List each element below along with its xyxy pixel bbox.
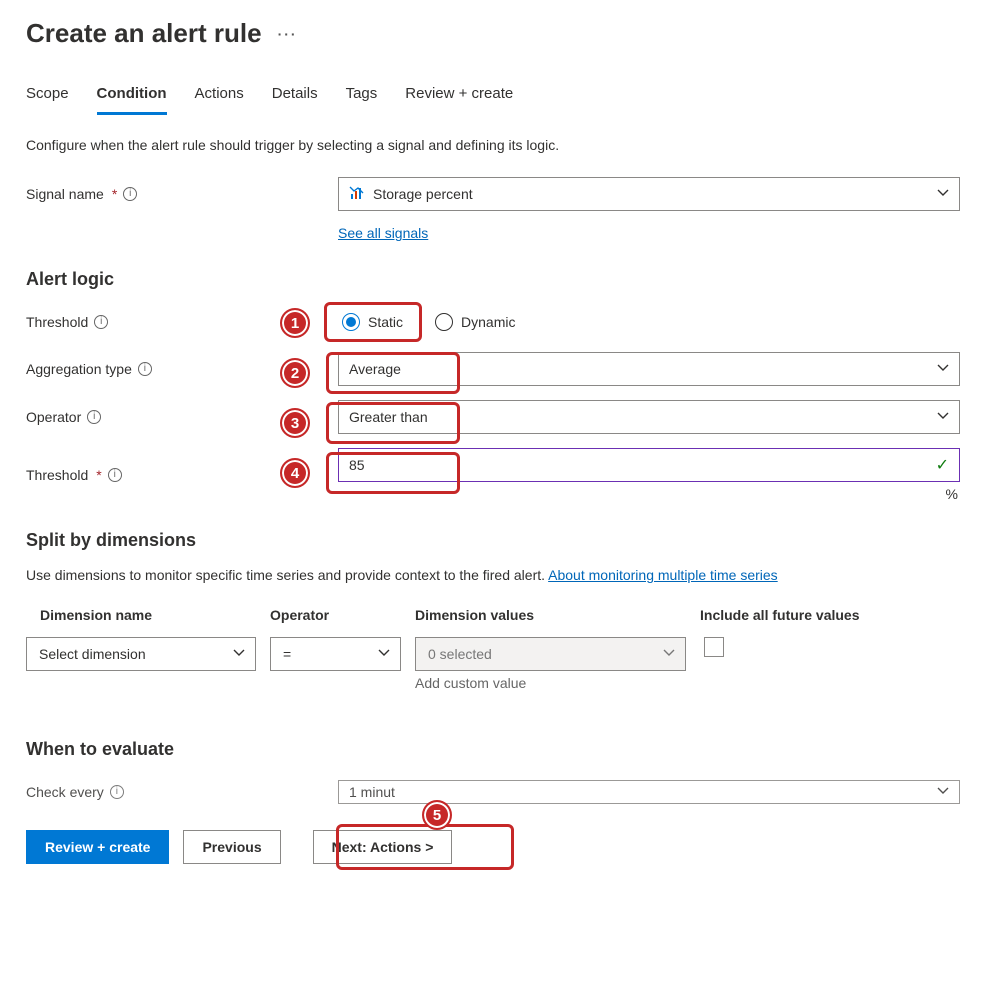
threshold-value-input[interactable]: 85 ✓ — [338, 448, 960, 482]
check-every-label: Check every — [26, 784, 104, 800]
review-create-button[interactable]: Review + create — [26, 830, 169, 864]
threshold-dynamic-label: Dynamic — [461, 314, 515, 330]
callout-badge-4: 4 — [280, 458, 310, 488]
dimension-values-value: 0 selected — [428, 646, 492, 662]
dimension-name-select[interactable]: Select dimension — [26, 637, 256, 671]
info-icon[interactable]: i — [138, 362, 152, 376]
required-asterisk: * — [96, 467, 101, 483]
operator-value: Greater than — [349, 409, 428, 425]
condition-description: Configure when the alert rule should tri… — [26, 137, 960, 153]
tab-review-create[interactable]: Review + create — [405, 77, 513, 115]
check-every-value: 1 minut — [349, 784, 395, 800]
tab-tags[interactable]: Tags — [346, 77, 378, 115]
tab-actions[interactable]: Actions — [195, 77, 244, 115]
aggregation-type-dropdown[interactable]: Average — [338, 352, 960, 386]
dimension-operator-select[interactable]: = — [270, 637, 401, 671]
tab-scope[interactable]: Scope — [26, 77, 69, 115]
chevron-down-icon — [663, 646, 675, 662]
signal-name-dropdown[interactable]: Storage percent — [338, 177, 960, 211]
chevron-down-icon — [378, 646, 390, 662]
split-description: Use dimensions to monitor specific time … — [26, 567, 960, 583]
chevron-down-icon — [937, 186, 949, 202]
threshold-dynamic-radio[interactable]: Dynamic — [431, 309, 523, 335]
dimensions-table-row: Select dimension = 0 selected Add custom… — [26, 637, 960, 691]
column-operator: Operator — [270, 607, 415, 623]
when-to-evaluate-heading: When to evaluate — [26, 739, 960, 760]
about-monitoring-link[interactable]: About monitoring multiple time series — [548, 567, 778, 583]
info-icon[interactable]: i — [108, 468, 122, 482]
include-future-checkbox[interactable] — [704, 637, 724, 657]
next-actions-button[interactable]: Next: Actions > — [313, 830, 453, 864]
signal-name-label: Signal name — [26, 186, 104, 202]
chevron-down-icon — [937, 784, 949, 800]
previous-button[interactable]: Previous — [183, 830, 280, 864]
checkmark-icon: ✓ — [936, 455, 949, 475]
see-all-signals-link[interactable]: See all signals — [338, 225, 428, 241]
dimension-values-select[interactable]: 0 selected — [415, 637, 686, 671]
threshold-static-radio[interactable]: Static — [338, 309, 411, 335]
info-icon[interactable]: i — [94, 315, 108, 329]
split-description-text: Use dimensions to monitor specific time … — [26, 567, 548, 583]
callout-badge-5: 5 — [422, 800, 452, 830]
page-title: Create an alert rule ··· — [26, 18, 960, 49]
info-icon[interactable]: i — [110, 785, 124, 799]
threshold-unit: % — [338, 486, 960, 502]
dimensions-table-header: Dimension name Operator Dimension values… — [26, 601, 960, 637]
info-icon[interactable]: i — [123, 187, 137, 201]
dimension-name-value: Select dimension — [39, 646, 146, 662]
radio-checked-icon — [342, 313, 360, 331]
callout-badge-3: 3 — [280, 408, 310, 438]
required-asterisk: * — [112, 186, 117, 202]
column-dimension-values: Dimension values — [415, 607, 700, 623]
column-include-future: Include all future values — [700, 607, 960, 623]
operator-label: Operator — [26, 409, 81, 425]
chevron-down-icon — [937, 409, 949, 425]
callout-badge-2: 2 — [280, 358, 310, 388]
metric-icon — [349, 185, 365, 204]
more-actions-icon[interactable]: ··· — [278, 26, 298, 42]
threshold-static-label: Static — [368, 314, 403, 330]
threshold-value-text: 85 — [349, 457, 365, 473]
dimension-operator-value: = — [283, 646, 291, 662]
info-icon[interactable]: i — [87, 410, 101, 424]
chevron-down-icon — [937, 361, 949, 377]
aggregation-type-value: Average — [349, 361, 401, 377]
tab-details[interactable]: Details — [272, 77, 318, 115]
aggregation-type-label: Aggregation type — [26, 361, 132, 377]
wizard-tabs: Scope Condition Actions Details Tags Rev… — [26, 77, 960, 115]
add-custom-value-link[interactable]: Add custom value — [415, 675, 686, 691]
signal-name-value: Storage percent — [373, 186, 473, 202]
tab-condition[interactable]: Condition — [97, 77, 167, 115]
threshold-type-radio-group: Static Dynamic — [338, 309, 960, 335]
chevron-down-icon — [233, 646, 245, 662]
column-dimension-name: Dimension name — [40, 607, 270, 623]
callout-badge-1: 1 — [280, 308, 310, 338]
operator-dropdown[interactable]: Greater than — [338, 400, 960, 434]
threshold-value-label: Threshold — [26, 467, 88, 483]
wizard-footer: Review + create Previous Next: Actions > — [26, 818, 960, 872]
radio-unchecked-icon — [435, 313, 453, 331]
split-by-dimensions-heading: Split by dimensions — [26, 530, 960, 551]
threshold-type-label: Threshold — [26, 314, 88, 330]
alert-logic-heading: Alert logic — [26, 269, 960, 290]
page-title-text: Create an alert rule — [26, 18, 262, 49]
